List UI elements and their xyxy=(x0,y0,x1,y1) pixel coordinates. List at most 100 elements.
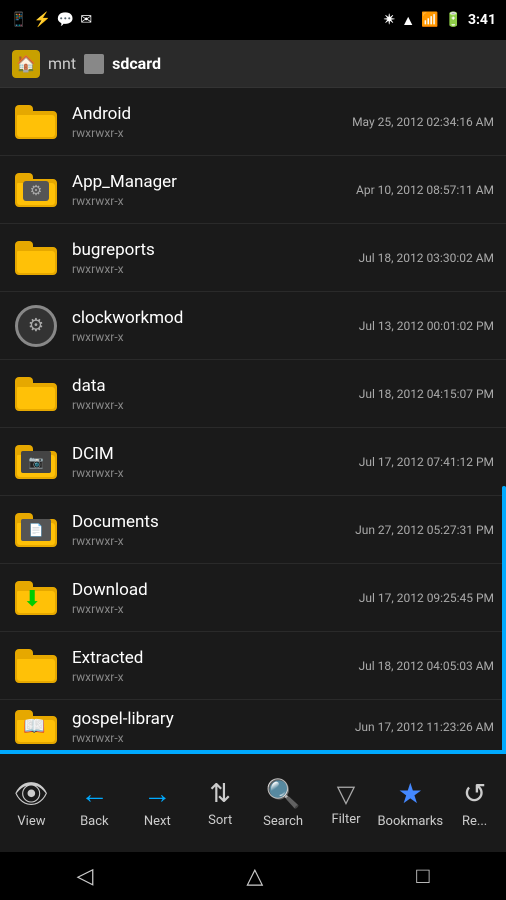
list-item[interactable]: bugreports rwxrwxr-x Jul 18, 2012 03:30:… xyxy=(0,224,506,292)
refresh-button[interactable]: ↺ Re... xyxy=(443,754,506,852)
chat-icon: 💬 xyxy=(57,12,74,28)
file-perms: rwxrwxr-x xyxy=(72,126,352,140)
file-date: Jul 17, 2012 09:25:45 PM xyxy=(359,591,494,605)
folder-icon: 📄 xyxy=(12,506,60,554)
path-mnt[interactable]: mnt xyxy=(48,54,76,73)
filter-icon: ▽ xyxy=(337,780,355,808)
sort-button[interactable]: ⇅ Sort xyxy=(189,754,252,852)
list-item[interactable]: 📄 Documents rwxrwxr-x Jun 27, 2012 05:27… xyxy=(0,496,506,564)
bluetooth-icon: ✴ xyxy=(383,12,395,28)
folder-icon xyxy=(12,642,60,690)
path-bar: 🏠 mnt sdcard xyxy=(0,40,506,88)
usb-icon: ⚡ xyxy=(33,12,50,28)
file-info: DCIM rwxrwxr-x xyxy=(72,444,359,480)
file-info: bugreports rwxrwxr-x xyxy=(72,240,359,276)
file-info: Android rwxrwxr-x xyxy=(72,104,352,140)
toolbar: 👁 View ← Back → Next ⇅ Sort 🔍 Search ▽ F… xyxy=(0,752,506,852)
folder-icon: ⬇ xyxy=(12,574,60,622)
path-separator-icon xyxy=(84,54,104,74)
file-perms: rwxrwxr-x xyxy=(72,330,359,344)
file-date: Jul 17, 2012 07:41:12 PM xyxy=(359,455,494,469)
file-perms: rwxrwxr-x xyxy=(72,466,359,480)
file-name: data xyxy=(72,376,359,396)
next-label: Next xyxy=(144,814,171,829)
list-item[interactable]: Android rwxrwxr-x May 25, 2012 02:34:16 … xyxy=(0,88,506,156)
next-button[interactable]: → Next xyxy=(126,754,189,852)
status-bar: 📱 ⚡ 💬 ✉ ✴ ▲ 📶 🔋 3:41 xyxy=(0,0,506,40)
list-item[interactable]: Extracted rwxrwxr-x Jul 18, 2012 04:05:0… xyxy=(0,632,506,700)
file-info: clockworkmod rwxrwxr-x xyxy=(72,308,359,344)
list-item[interactable]: data rwxrwxr-x Jul 18, 2012 04:15:07 PM xyxy=(0,360,506,428)
folder-icon: 📷 xyxy=(12,438,60,486)
filter-label: Filter xyxy=(331,812,360,827)
file-perms: rwxrwxr-x xyxy=(72,398,359,412)
file-name: Download xyxy=(72,580,359,600)
status-right-icons: ✴ ▲ 📶 🔋 3:41 xyxy=(383,12,496,29)
folder-icon xyxy=(12,370,60,418)
view-icon: 👁 xyxy=(14,777,50,810)
file-name: gospel-library xyxy=(72,709,355,729)
file-date: Jul 13, 2012 00:01:02 PM xyxy=(359,319,494,333)
file-name: Extracted xyxy=(72,648,359,668)
file-name: Documents xyxy=(72,512,355,532)
file-date: Jul 18, 2012 04:05:03 AM xyxy=(359,659,494,673)
search-button[interactable]: 🔍 Search xyxy=(252,754,315,852)
file-date: Jun 17, 2012 11:23:26 AM xyxy=(355,720,494,734)
bookmarks-button[interactable]: ★ Bookmarks xyxy=(377,754,443,852)
back-label: Back xyxy=(80,814,109,829)
back-icon: ← xyxy=(80,777,108,810)
file-name: clockworkmod xyxy=(72,308,359,328)
signal-icon: 📶 xyxy=(421,12,438,28)
list-item[interactable]: ⚙ App_Manager rwxrwxr-x Apr 10, 2012 08:… xyxy=(0,156,506,224)
list-item[interactable]: ⚙ clockworkmod rwxrwxr-x Jul 13, 2012 00… xyxy=(0,292,506,360)
file-date: Apr 10, 2012 08:57:11 AM xyxy=(356,183,494,197)
filter-button[interactable]: ▽ Filter xyxy=(315,754,378,852)
file-info: data rwxrwxr-x xyxy=(72,376,359,412)
folder-icon xyxy=(12,234,60,282)
sort-label: Sort xyxy=(208,813,232,828)
folder-icon: 📖 xyxy=(12,703,60,751)
file-date: Jul 18, 2012 03:30:02 AM xyxy=(359,251,494,265)
view-label: View xyxy=(17,814,45,829)
battery-icon: 🔋 xyxy=(445,12,462,28)
path-sdcard[interactable]: sdcard xyxy=(112,54,161,73)
notification-icon: 📱 xyxy=(10,12,27,28)
file-perms: rwxrwxr-x xyxy=(72,262,359,276)
file-perms: rwxrwxr-x xyxy=(72,534,355,548)
list-item[interactable]: ⬇ Download rwxrwxr-x Jul 17, 2012 09:25:… xyxy=(0,564,506,632)
scroll-indicator xyxy=(502,486,506,752)
back-button[interactable]: ← Back xyxy=(63,754,126,852)
file-name: App_Manager xyxy=(72,172,356,192)
file-info: Extracted rwxrwxr-x xyxy=(72,648,359,684)
back-nav-button[interactable]: ◁ xyxy=(52,856,117,897)
bookmarks-label: Bookmarks xyxy=(377,814,443,829)
file-info: App_Manager rwxrwxr-x xyxy=(72,172,356,208)
view-button[interactable]: 👁 View xyxy=(0,754,63,852)
folder-icon: ⚙ xyxy=(12,302,60,350)
list-item[interactable]: 📷 DCIM rwxrwxr-x Jul 17, 2012 07:41:12 P… xyxy=(0,428,506,496)
file-name: bugreports xyxy=(72,240,359,260)
file-date: May 25, 2012 02:34:16 AM xyxy=(352,115,494,129)
next-icon: → xyxy=(143,777,171,810)
folder-icon: ⚙ xyxy=(12,166,60,214)
home-nav-button[interactable]: △ xyxy=(222,856,287,897)
file-list: Android rwxrwxr-x May 25, 2012 02:34:16 … xyxy=(0,88,506,752)
file-perms: rwxrwxr-x xyxy=(72,731,355,745)
file-info: gospel-library rwxrwxr-x xyxy=(72,709,355,745)
nav-bar: ◁ △ □ xyxy=(0,852,506,900)
file-info: Documents rwxrwxr-x xyxy=(72,512,355,548)
file-perms: rwxrwxr-x xyxy=(72,670,359,684)
bookmarks-icon: ★ xyxy=(398,777,423,810)
wifi-icon: ▲ xyxy=(401,12,415,29)
sort-icon: ⇅ xyxy=(209,779,231,809)
list-item[interactable]: 📖 gospel-library rwxrwxr-x Jun 17, 2012 … xyxy=(0,700,506,752)
file-perms: rwxrwxr-x xyxy=(72,602,359,616)
search-icon: 🔍 xyxy=(266,777,301,810)
status-left-icons: 📱 ⚡ 💬 ✉ xyxy=(10,12,92,28)
file-date: Jul 18, 2012 04:15:07 PM xyxy=(359,387,494,401)
folder-icon xyxy=(12,98,60,146)
home-icon[interactable]: 🏠 xyxy=(12,50,40,78)
recent-nav-button[interactable]: □ xyxy=(392,855,453,897)
file-name: DCIM xyxy=(72,444,359,464)
clock: 3:41 xyxy=(468,12,496,28)
